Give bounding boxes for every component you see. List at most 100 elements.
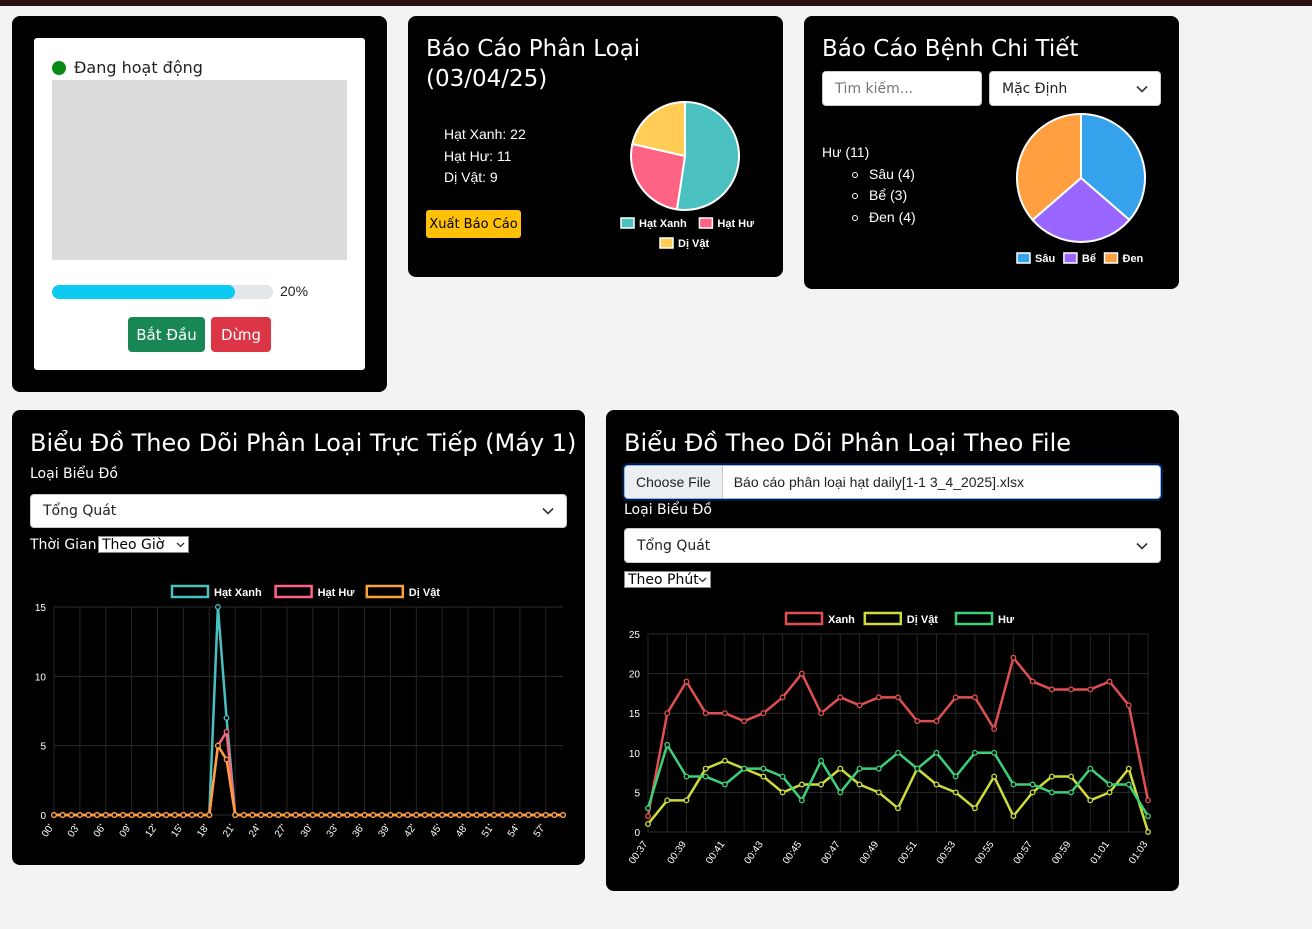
data-point [370,812,377,818]
y-tick-label: 15 [629,709,641,720]
data-point [396,812,403,818]
progress-label: 20% [280,283,309,299]
disease-item: Sâu (4) [852,164,916,186]
y-tick-label: 10 [35,672,47,683]
x-tick-label: 00:55 [973,839,997,866]
data-point [344,812,351,818]
time-select[interactable]: Theo Giờ [98,536,189,553]
chart-type-select-value: Tổng Quát [43,503,117,519]
disease-group-label: Hư (11) [822,144,870,160]
data-point [1087,686,1094,693]
file-input[interactable]: Choose File Báo cáo phân loại hạt daily[… [624,465,1161,499]
data-point [68,812,75,818]
chart-type-select[interactable]: Tổng Quát [30,494,567,528]
file-chart-card: Biểu Đồ Theo Dõi Phân Loại Theo File Cho… [606,410,1179,891]
data-point [664,710,671,717]
chevron-down-icon [698,577,707,582]
legend-label-0: Hạt Xanh [214,587,262,599]
data-point [856,702,863,709]
data-point [818,710,825,717]
data-point [551,812,558,818]
x-tick-label: 27' [273,822,290,839]
data-point [952,773,959,780]
search-input[interactable] [822,71,982,106]
start-button[interactable]: Bắt Đầu [128,317,205,352]
classification-pie-chart: Hạt Xanh Hạt Hư Dị Vật [620,100,754,250]
data-point [875,765,882,772]
file-name: Báo cáo phân loại hạt daily[1-1 3_4_2025… [733,474,1025,490]
series-line-2 [54,742,563,817]
legend-swatch-1 [1063,252,1078,264]
legend-swatch-1 [274,584,313,599]
legend-swatch-0 [620,217,635,229]
data-point [525,812,532,818]
data-point [837,694,844,701]
data-point [837,765,844,772]
data-point [856,781,863,788]
file-chart-type-select[interactable]: Tổng Quát [624,528,1161,563]
progress-bar [52,285,273,299]
x-tick-label: 36' [351,822,368,839]
file-time-select[interactable]: Theo Phút [624,571,711,588]
x-tick-label: 09' [118,822,135,839]
x-tick-label: 00:37 [627,839,651,866]
data-point [721,710,728,717]
series-line-0 [54,606,563,817]
data-point [249,812,256,818]
x-tick-label: 18' [195,822,212,839]
data-point [404,812,411,818]
data-point [76,812,83,818]
data-point [683,797,690,804]
x-tick-label: 01:01 [1089,839,1113,866]
disease-item: Đen (4) [852,207,916,229]
data-point [1125,702,1132,709]
status-dot-icon [52,60,66,75]
data-point [223,756,230,763]
data-point [760,773,767,780]
data-point [275,812,282,818]
data-point [837,789,844,796]
data-point [645,805,651,812]
y-tick-label: 0 [634,828,640,839]
data-point [798,781,805,788]
data-point [301,812,308,818]
legend-label-0: Xanh [828,614,855,626]
data-point [499,812,506,818]
legend-swatch-2 [659,237,674,249]
x-tick-label: 57' [532,822,549,839]
data-point [128,812,135,818]
x-tick-label: 48' [454,822,471,839]
top-bar [0,0,1312,6]
data-point [1010,813,1017,820]
data-point [413,812,420,818]
export-report-button[interactable]: Xuất Báo Cáo [426,210,521,238]
choose-file-button[interactable]: Choose File [625,466,723,498]
data-point [180,812,187,818]
data-point [232,812,239,818]
disease-report-title: Báo Cáo Bệnh Chi Tiết [822,36,1079,62]
legend-label-1: Hạt Hư [318,587,355,599]
data-point [952,789,959,796]
data-point [645,813,651,820]
stop-button[interactable]: Dừng [211,317,271,352]
sort-select[interactable]: Mặc Định [989,71,1161,106]
data-point [189,812,195,818]
report-line-foreign: Dị Vật: 9 [444,169,498,185]
x-tick-label: 00' [40,822,57,839]
classification-report-title: Báo Cáo Phân Loại (03/04/25) [426,36,641,92]
data-point [560,812,566,818]
x-tick-label: 00:51 [896,839,920,866]
data-point [664,797,671,804]
data-point [1087,797,1094,804]
x-tick-label: 00:57 [1012,839,1036,866]
x-tick-label: 00:59 [1050,839,1074,866]
disease-pie-chart: Sâu Bể Đen [1016,112,1146,265]
data-point [1029,781,1036,788]
y-tick-label: 5 [40,742,46,753]
chart-type-label: Loại Biểu Đồ [30,466,118,482]
data-point [1068,789,1075,796]
live-line-chart: 0 5 10 15 00' 03' 06' 09' 12' 15' 18' 21' 24' 27' 30' 3… [35,584,566,839]
data-point [856,765,863,772]
x-tick-label: 45' [428,822,445,839]
chevron-down-icon [1136,542,1148,550]
